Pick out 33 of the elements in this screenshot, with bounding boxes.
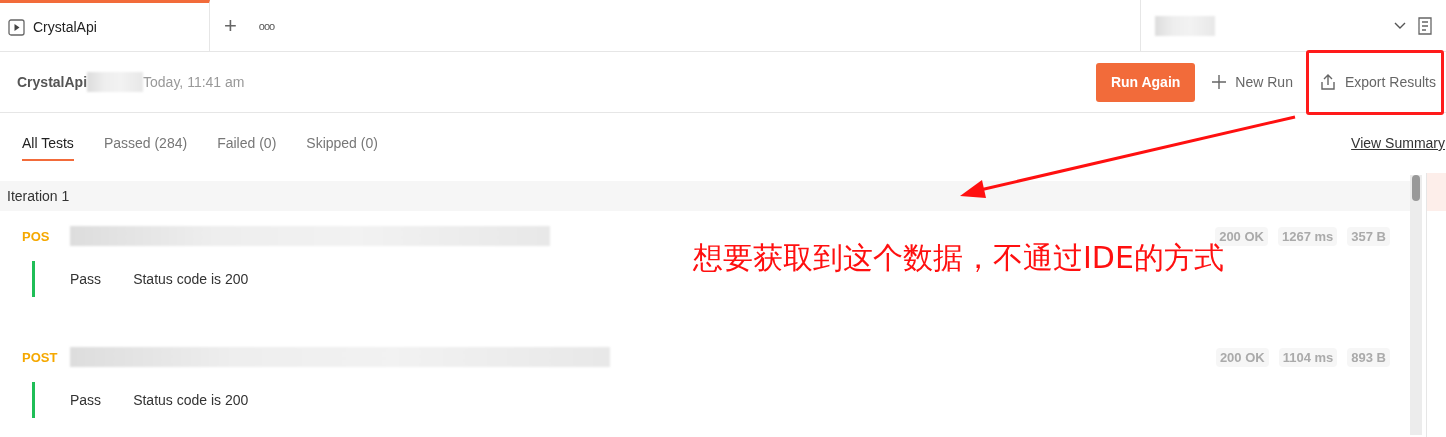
play-icon: [8, 18, 25, 36]
blurred-text: [1155, 15, 1215, 36]
filter-tab[interactable]: Skipped (0): [306, 125, 378, 161]
view-summary-link[interactable]: View Summary: [1351, 135, 1445, 151]
document-icon[interactable]: [1418, 16, 1432, 35]
time-badge: 1267 ms: [1277, 226, 1338, 246]
iteration-label: Iteration 1: [7, 188, 70, 204]
size-badge: 893 B: [1347, 347, 1390, 367]
collection-name: CrystalApi: [17, 74, 88, 90]
new-tab-button[interactable]: +: [210, 0, 251, 51]
test-result: Pass: [70, 271, 102, 287]
request-method: POST: [22, 349, 59, 365]
tab[interactable]: CrystalApi: [0, 0, 210, 51]
plus-icon: [1211, 74, 1228, 90]
upload-icon: [1318, 73, 1337, 91]
request-method: POS: [22, 228, 51, 244]
side-panel-strip: [1427, 173, 1446, 211]
run-time: Today, 11:41 am: [143, 74, 245, 90]
blurred-text: [87, 72, 144, 92]
filter-tab[interactable]: Failed (0): [217, 125, 277, 161]
status-badge: 200 OK: [1215, 347, 1269, 367]
filter-tab[interactable]: Passed (284): [103, 125, 188, 161]
test-result: Pass: [70, 392, 102, 408]
time-badge: 1104 ms: [1278, 347, 1338, 367]
test-name: Status code is 200: [133, 271, 249, 287]
export-results-button[interactable]: Export Results: [1302, 73, 1446, 91]
new-run-button[interactable]: New Run: [1195, 74, 1303, 90]
test-name: Status code is 200: [133, 392, 249, 408]
scrollbar[interactable]: [1410, 175, 1422, 435]
more-button[interactable]: ooo: [250, 0, 283, 51]
filter-tab[interactable]: All Tests: [22, 125, 74, 161]
chevron-down-icon: [1394, 21, 1406, 30]
size-badge: 357 B: [1347, 226, 1390, 246]
